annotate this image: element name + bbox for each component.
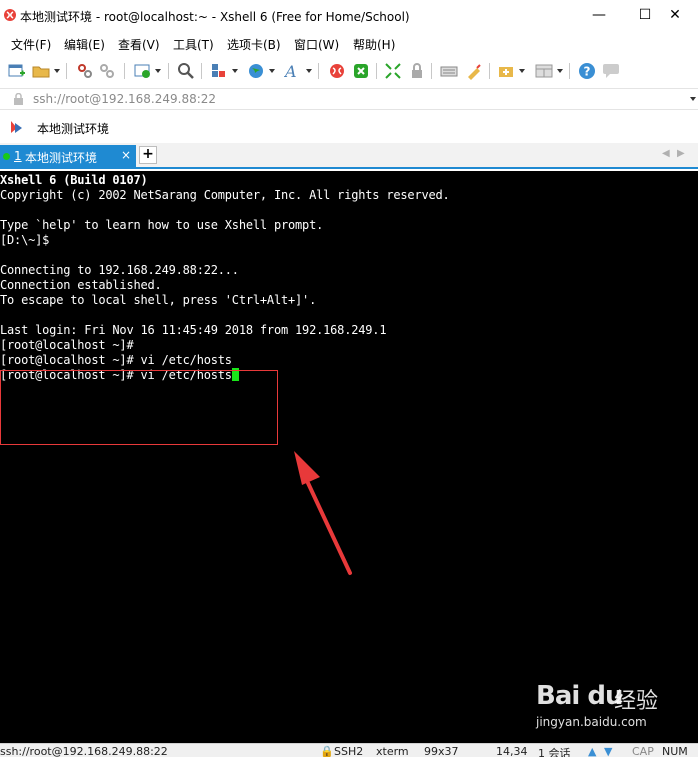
properties-dropdown-icon[interactable] — [155, 69, 161, 73]
status-lock-icon: 🔒 — [320, 745, 334, 757]
terminal-line: Connection established. — [0, 278, 162, 292]
toolbar-separator — [376, 63, 377, 79]
compose-icon[interactable] — [498, 62, 516, 80]
svg-text:?: ? — [584, 65, 591, 79]
window-title: 本地测试环境 - root@localhost:~ - Xshell 6 (Fr… — [20, 10, 410, 24]
tab-scroll-right-icon[interactable]: ▶ — [677, 148, 685, 159]
properties-icon[interactable] — [134, 62, 152, 80]
close-button[interactable]: ✕ — [652, 0, 698, 30]
tab-session-1[interactable]: 1 本地测试环境 × — [0, 145, 136, 167]
font-dropdown-icon[interactable] — [306, 69, 312, 73]
terminal-line: Copyright (c) 2002 NetSarang Computer, I… — [0, 188, 450, 202]
menu-tools[interactable]: 工具(T) — [173, 36, 214, 53]
links-bar: 本地测试环境 — [0, 113, 698, 141]
bookmark-icon — [11, 121, 22, 133]
menu-help[interactable]: 帮助(H) — [353, 36, 395, 53]
address-lock-icon — [14, 93, 23, 105]
menu-edit[interactable]: 编辑(E) — [64, 36, 105, 53]
terminal[interactable]: Xshell 6 (Build 0107) Copyright (c) 2002… — [0, 171, 698, 743]
reconnect-icon[interactable] — [76, 62, 94, 80]
transfer-dropdown-icon[interactable] — [232, 69, 238, 73]
highlight-box — [0, 370, 278, 445]
minimize-button[interactable]: — — [576, 0, 622, 30]
status-protocol: SSH2 — [334, 745, 364, 757]
tab-close-icon[interactable]: × — [121, 148, 131, 162]
transfer-icon[interactable] — [210, 62, 228, 80]
terminal-line: [D:\~]$ — [0, 233, 50, 247]
menu-view[interactable]: 查看(V) — [118, 36, 160, 53]
menu-tabs[interactable]: 选项卡(B) — [227, 36, 281, 53]
disconnect-icon[interactable] — [98, 62, 116, 80]
terminal-line: Type `help' to learn how to use Xshell p… — [0, 218, 324, 232]
highlight-icon[interactable] — [465, 62, 483, 80]
layout-icon[interactable] — [535, 62, 553, 80]
status-position: 14,34 — [496, 745, 528, 757]
connected-status-icon — [3, 153, 10, 160]
toolbar-separator — [168, 63, 169, 79]
toolbar-separator — [569, 63, 570, 79]
toolbar-separator — [66, 63, 67, 79]
address-dropdown-icon[interactable] — [690, 97, 696, 101]
font-icon[interactable]: A — [284, 62, 302, 80]
status-caps: CAP — [632, 745, 654, 757]
new-session-icon[interactable] — [8, 62, 26, 80]
scroll-up-icon[interactable]: ▲ — [588, 745, 596, 757]
lock-icon[interactable] — [408, 62, 426, 80]
pointer-arrow-icon — [294, 451, 352, 575]
help-icon[interactable]: ? — [578, 62, 596, 80]
xftp-icon[interactable] — [328, 62, 346, 80]
toolbar: A ? — [0, 57, 698, 85]
find-icon[interactable] — [177, 62, 195, 80]
fullscreen-icon[interactable] — [384, 62, 402, 80]
status-term: xterm — [376, 745, 409, 757]
toolbar-separator — [318, 63, 319, 79]
globe-dropdown-icon[interactable] — [269, 69, 275, 73]
open-dropdown-icon[interactable] — [54, 69, 60, 73]
toolbar-separator — [431, 63, 432, 79]
menu-window[interactable]: 窗口(W) — [294, 36, 339, 53]
address-bar — [0, 88, 698, 110]
toolbar-separator — [201, 63, 202, 79]
terminal-line: [root@localhost ~]# vi /etc/hosts — [0, 353, 232, 367]
watermark-logo: Bai du — [536, 681, 623, 711]
status-num: NUM — [662, 745, 688, 757]
status-address: ssh://root@192.168.249.88:22 — [0, 745, 168, 757]
baidu-watermark: Bai du 经验 jingyan.baidu.com — [532, 675, 692, 735]
tab-label: 本地测试环境 — [25, 151, 98, 165]
title-bar: 本地测试环境 - root@localhost:~ - Xshell 6 (Fr… — [0, 0, 698, 32]
new-tab-button[interactable]: + — [139, 146, 157, 164]
compose-dropdown-icon[interactable] — [519, 69, 525, 73]
watermark-text: 经验 — [614, 689, 659, 714]
watermark-url: jingyan.baidu.com — [536, 715, 647, 729]
xshell-app-icon — [4, 9, 16, 21]
chat-icon[interactable] — [602, 62, 620, 80]
keyboard-icon[interactable] — [440, 62, 458, 80]
address-input[interactable] — [33, 91, 673, 107]
scroll-down-icon[interactable]: ▼ — [604, 745, 612, 757]
status-sessions: 1 会话 — [538, 747, 571, 757]
terminal-line: Xshell 6 (Build 0107) — [0, 173, 148, 187]
status-bar: ssh://root@192.168.249.88:22 🔒 SSH2 xter… — [0, 743, 698, 757]
terminal-line: [root@localhost ~]# — [0, 338, 134, 352]
session-link[interactable]: 本地测试环境 — [37, 120, 109, 137]
tab-scroll-left-icon[interactable]: ◀ — [662, 148, 670, 159]
xmanager-icon[interactable] — [352, 62, 370, 80]
tab-number: 1 — [14, 149, 22, 163]
toolbar-separator — [489, 63, 490, 79]
menu-bar: 文件(F) 编辑(E) 查看(V) 工具(T) 选项卡(B) 窗口(W) 帮助(… — [0, 33, 698, 55]
open-folder-icon[interactable] — [32, 62, 50, 80]
status-size: 99x37 — [424, 745, 459, 757]
terminal-line: To escape to local shell, press 'Ctrl+Al… — [0, 293, 317, 307]
terminal-line: Last login: Fri Nov 16 11:45:49 2018 fro… — [0, 323, 387, 337]
terminal-line: Connecting to 192.168.249.88:22... — [0, 263, 239, 277]
toolbar-separator — [124, 63, 125, 79]
svg-text:A: A — [284, 62, 297, 80]
layout-dropdown-icon[interactable] — [557, 69, 563, 73]
menu-file[interactable]: 文件(F) — [11, 36, 51, 53]
globe-icon[interactable] — [247, 62, 265, 80]
tab-bar: 1 本地测试环境 × + ◀ ▶ — [0, 143, 698, 169]
